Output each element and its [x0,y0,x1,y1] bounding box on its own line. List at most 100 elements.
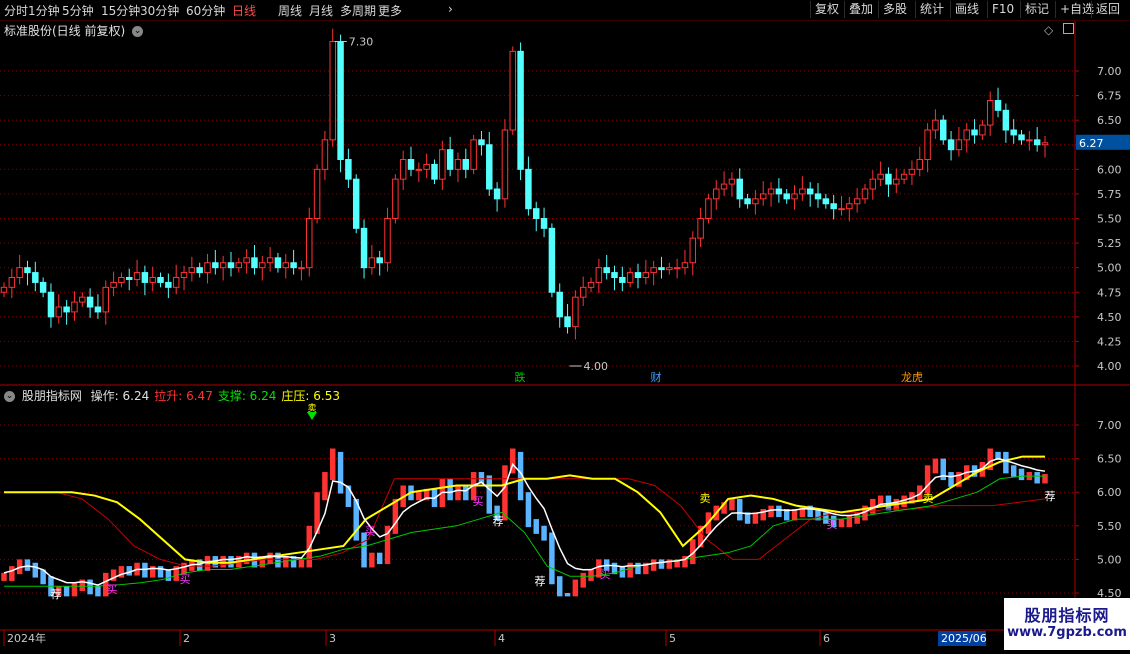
candle-body [368,257,376,269]
period-6[interactable]: 日线 [232,2,256,19]
main-y-tick-label: 5.75 [1097,188,1122,201]
candle-body [767,188,775,195]
signal-label: 荐 [535,575,546,588]
main-y-tick-label: 5.50 [1097,213,1122,226]
candle-body [8,277,16,288]
period-4[interactable]: 30分钟 [140,2,179,19]
indicator-values: 操作: 6.24 拉升: 6.47 支撑: 6.24 庄压: 6.53 [86,389,340,403]
candle-body [259,262,266,269]
period-10[interactable]: 更多 [378,2,402,19]
indicator-bar [635,562,641,575]
toolbar-button-6[interactable]: 标记 [1020,1,1053,18]
chart-canvas[interactable]: 7.006.756.506.256.005.755.505.255.004.75… [0,0,1130,654]
more-arrow-icon[interactable]: › [448,2,453,16]
candle-body [55,306,63,318]
candle-body [705,198,712,219]
watermark-title: 股朋指标网 [1024,606,1110,625]
candle-body [360,227,368,269]
candle-body [1041,142,1049,146]
indicator-bar [564,593,571,597]
indicator-bar [776,505,782,518]
indicator-bar [63,586,70,597]
indicator-bar [588,569,594,581]
signal-label: 买 [107,583,118,596]
main-chart-title: 标准股份(日线 前复权) ⌄ [4,22,144,39]
candle-body [282,262,290,269]
candle-body [611,272,618,279]
candle-body [579,286,587,298]
main-y-tick-label: 4.25 [1097,335,1122,348]
candle-body [188,267,196,274]
event-marker-2: 龙虎 [901,371,923,384]
circle-chevron-icon[interactable]: ⌄ [132,26,144,37]
main-y-tick-label: 5.25 [1097,237,1122,250]
indicator-bar [447,478,453,501]
period-8[interactable]: 月线 [309,2,333,19]
ind-y-tick-label: 6.00 [1097,486,1122,499]
candle-body [172,277,180,288]
candle-body [1002,109,1010,131]
window-icon[interactable] [1063,23,1075,34]
candle-body [486,144,493,190]
candle-body [125,277,133,280]
kline-svg[interactable]: 7.006.756.506.256.005.755.505.255.004.75… [0,0,1130,650]
toolbar-button-5[interactable]: F10 [987,1,1018,18]
toolbar-button-2[interactable]: 多股 [878,1,911,18]
indicator-bar [165,569,172,581]
candle-body [204,262,211,274]
candle-body [932,119,939,131]
candle-body [940,119,947,141]
toolbar-button-1[interactable]: 叠加 [844,1,877,18]
candle-body [439,149,446,180]
period-1[interactable]: 1分钟 [28,2,60,19]
period-0[interactable]: 分时 [4,2,28,19]
candle-body [399,159,407,180]
indicator-bar [87,579,93,595]
signal-label: 荐 [493,515,504,528]
toolbar-button-4[interactable]: 画线 [950,1,983,18]
candle-body [352,178,360,229]
candle-body [822,198,830,205]
candle-body [24,267,31,274]
candle-body [650,267,657,274]
indicator-bar [924,465,931,494]
xaxis-label: 2 [183,632,190,645]
event-marker-0: 跌 [515,370,526,384]
period-toolbar: 分时 1分钟 5分钟 15分钟 30分钟 60分钟 日线 周线 月线 多周期 更多 › 复权 叠加 多股 统计… [0,0,1130,21]
indicator-bar [455,485,461,501]
indicator-bar [392,498,399,534]
period-9[interactable]: 多周期 [340,2,376,19]
indicator-bar [549,532,555,585]
candle-body [1026,139,1033,142]
candle-body [564,316,571,328]
indicator-bar [502,465,508,521]
circle-chevron-icon[interactable]: ⌄ [4,391,15,402]
signal-label: 买 [600,568,611,581]
low-label: 4.00 [584,360,609,373]
toolbar-button-3[interactable]: 统计 [915,1,948,18]
xaxis-label: 4 [498,632,505,645]
candle-body [266,257,274,264]
period-7[interactable]: 周线 [278,2,302,19]
period-5[interactable]: 60分钟 [186,2,225,19]
candle-body [478,139,485,146]
indicator-field-2: 支撑: 6.24 [217,389,277,403]
candle-body [141,272,149,283]
candle-body [446,149,454,170]
candle-body [673,267,681,270]
signal-label: 买 [473,495,484,508]
candle-body [110,281,117,288]
candle-body [869,178,877,190]
toolbar-button-8[interactable]: 返回 [1091,1,1124,18]
indicator-bar [619,566,626,578]
indicator-bar [486,475,493,514]
candle-body [556,291,563,318]
candle-body [728,178,736,185]
diamond-icon[interactable]: ◇ [1044,23,1053,37]
toolbar-button-0[interactable]: 复权 [810,1,843,18]
candle-body [814,193,822,200]
period-3[interactable]: 15分钟 [101,2,140,19]
period-2[interactable]: 5分钟 [62,2,94,19]
signal-label: 买 [180,573,191,586]
chart-corner-icons[interactable]: ◇ [1044,23,1075,37]
